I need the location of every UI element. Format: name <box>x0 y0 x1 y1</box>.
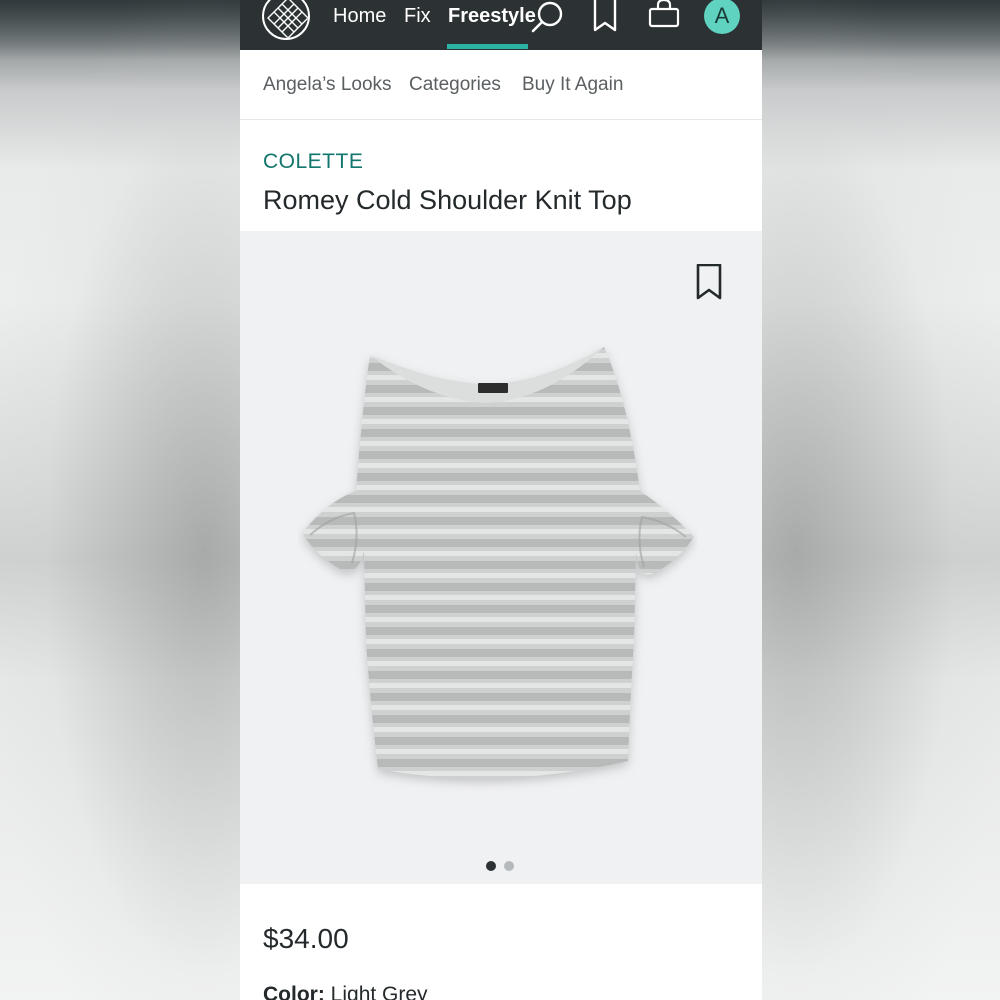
product-image-carousel[interactable] <box>240 231 762 884</box>
app-screen: Home Fix Freestyle A Angela’s Looks Cate… <box>240 0 762 1000</box>
product-brand[interactable]: COLETTE <box>263 149 363 175</box>
nav-freestyle-link[interactable]: Freestyle <box>448 4 536 28</box>
avatar[interactable]: A <box>704 0 740 34</box>
subnav-item-categories[interactable]: Categories <box>409 73 501 97</box>
color-label: Color: <box>263 983 325 1000</box>
subnav-item-angelas-looks[interactable]: Angela’s Looks <box>263 73 392 97</box>
save-bookmark-icon[interactable] <box>696 263 724 305</box>
logo-icon[interactable] <box>262 0 310 40</box>
top-navigation: Home Fix Freestyle A <box>240 0 762 50</box>
color-value: Light Grey <box>330 983 428 1000</box>
nav-home-link[interactable]: Home <box>333 4 386 28</box>
carousel-indicator <box>486 861 526 873</box>
bookmark-icon[interactable] <box>592 0 620 41</box>
carousel-dot-active[interactable] <box>486 861 496 871</box>
backdrop-left <box>0 0 240 1000</box>
product-color: Color: Light Grey <box>263 982 428 1000</box>
search-icon[interactable] <box>530 0 566 41</box>
active-tab-indicator <box>447 44 528 49</box>
striped-tee-image <box>298 341 698 806</box>
backdrop-right <box>760 0 1000 1000</box>
carousel-dot[interactable] <box>504 861 514 871</box>
bag-icon[interactable] <box>647 0 683 41</box>
sub-navigation: Angela’s Looks Categories Buy It Again <box>240 50 762 120</box>
product-price: $34.00 <box>263 923 349 954</box>
subnav-item-buy-it-again[interactable]: Buy It Again <box>522 73 623 97</box>
product-title: Romey Cold Shoulder Knit Top <box>263 185 632 215</box>
nav-fix-link[interactable]: Fix <box>404 4 431 28</box>
